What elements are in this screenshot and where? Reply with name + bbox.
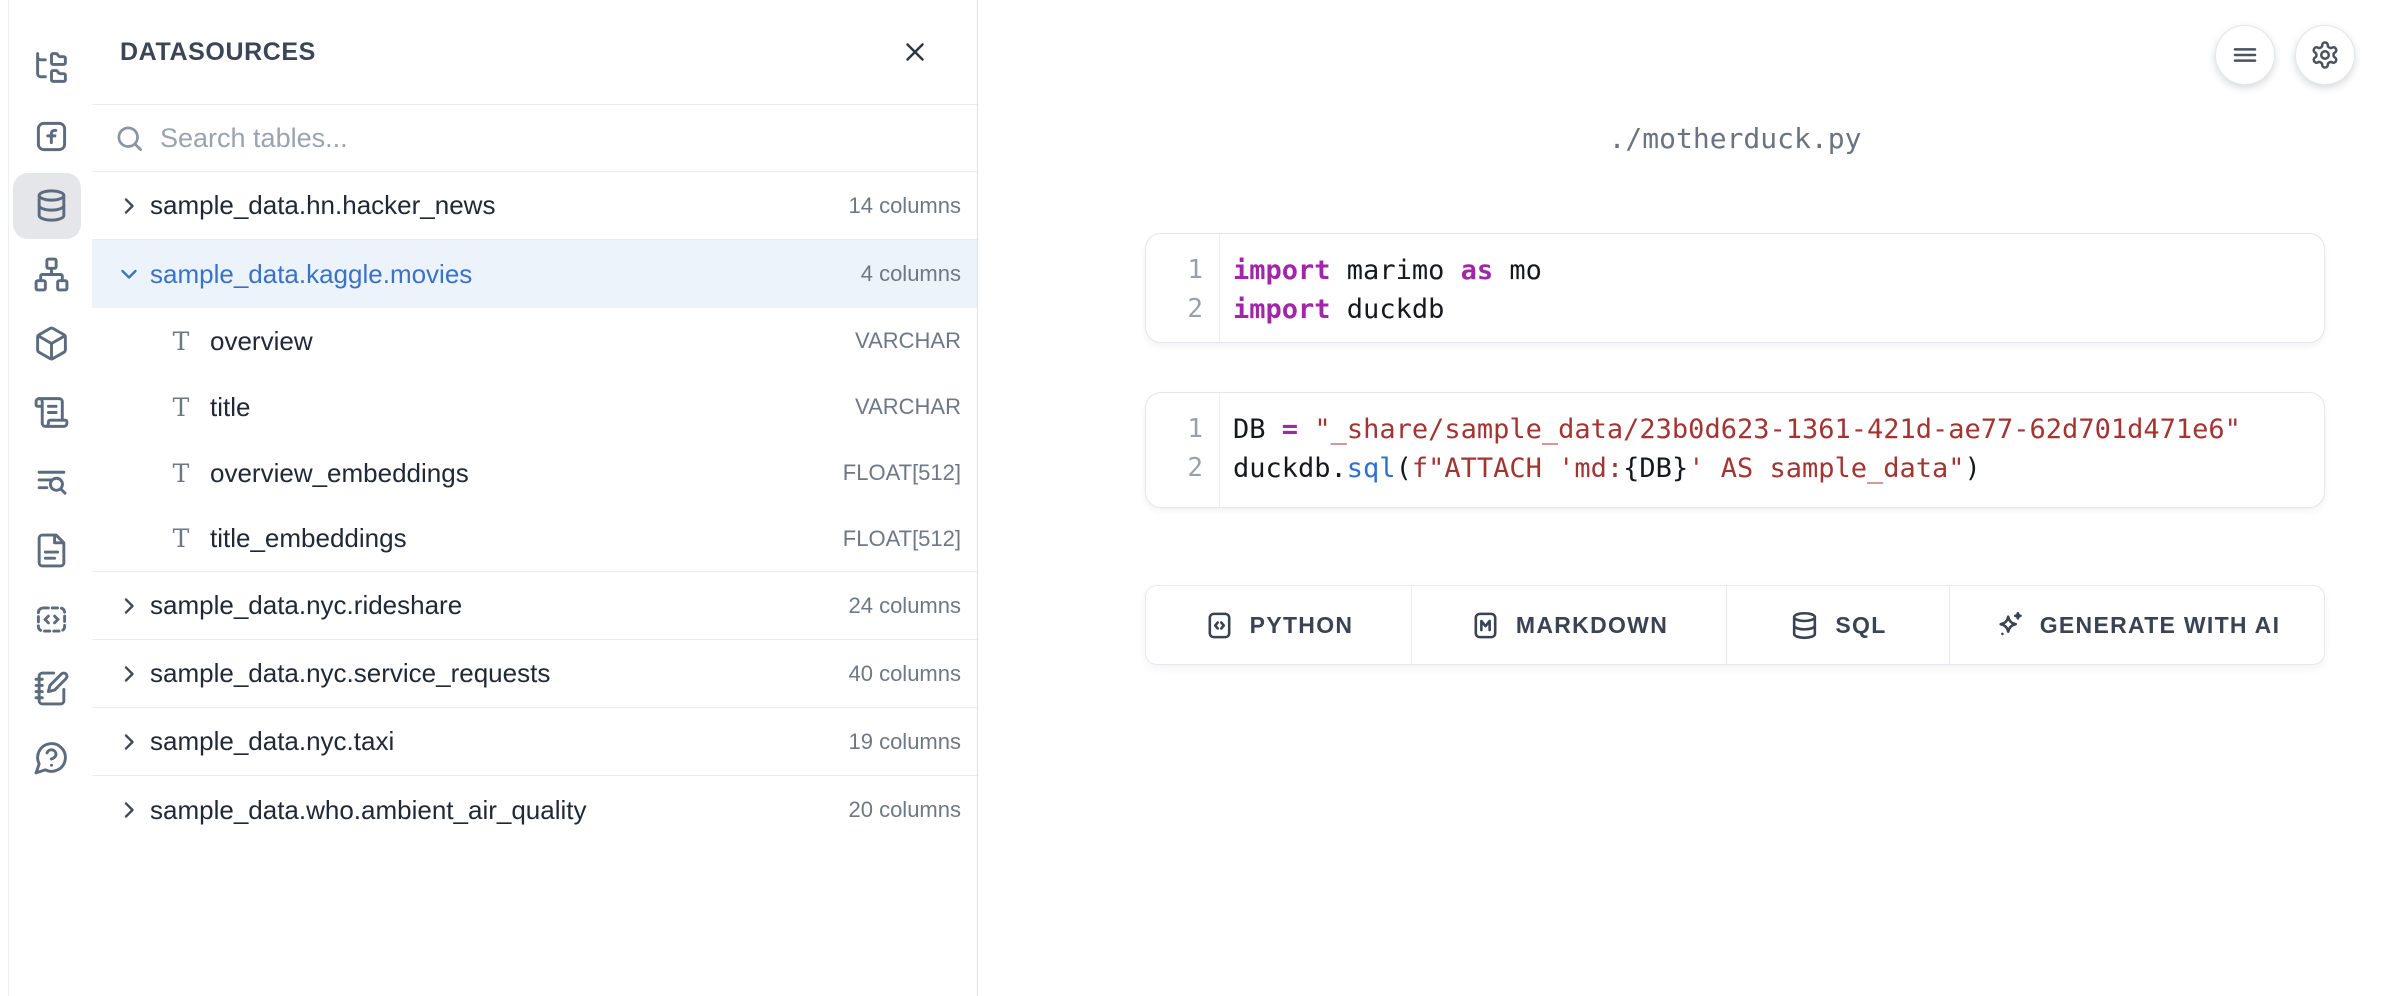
markdown-square-icon xyxy=(1470,610,1501,641)
generate-with-ai-label: GENERATE WITH AI xyxy=(2040,612,2281,639)
column-type: VARCHAR xyxy=(855,394,961,420)
column-count: 19 columns xyxy=(848,729,961,755)
help-icon xyxy=(33,739,70,776)
rail-help-button[interactable] xyxy=(9,723,93,792)
column-count: 4 columns xyxy=(861,261,961,287)
notebook-filename[interactable]: ./motherduck.py xyxy=(1145,122,2325,155)
notebook-menu-button[interactable] xyxy=(2215,25,2275,85)
tool-rail xyxy=(8,0,92,996)
rail-tracebacks-button[interactable] xyxy=(9,447,93,516)
menu-icon xyxy=(2230,40,2260,70)
add-markdown-label: MARKDOWN xyxy=(1516,612,1668,639)
snippets-icon xyxy=(33,601,70,638)
documentation-icon xyxy=(33,532,70,569)
chevron-down-icon xyxy=(114,259,144,289)
column-type: VARCHAR xyxy=(855,328,961,354)
chevron-right-icon xyxy=(114,191,144,221)
text-type-icon: T xyxy=(166,524,196,553)
add-markdown-cell-button[interactable]: MARKDOWN xyxy=(1412,586,1727,664)
settings-gear-icon xyxy=(2310,40,2340,70)
column-name: overview xyxy=(210,326,313,357)
table-search-row xyxy=(92,105,977,172)
datasources-panel: DATASOURCES sample_data.hn.hacker_news 1… xyxy=(92,0,978,996)
add-cell-toolbar: PYTHON MARKDOWN SQL GENERATE WITH AI xyxy=(1145,585,2325,665)
table-name: sample_data.nyc.taxi xyxy=(150,726,394,757)
table-row[interactable]: sample_data.who.ambient_air_quality 20 c… xyxy=(92,776,977,844)
column-count: 14 columns xyxy=(848,193,961,219)
packages-icon xyxy=(33,325,70,362)
text-type-icon: T xyxy=(166,327,196,356)
generate-with-ai-button[interactable]: GENERATE WITH AI xyxy=(1950,586,2324,664)
chevron-right-icon xyxy=(114,795,144,825)
table-row[interactable]: sample_data.nyc.taxi 19 columns xyxy=(92,708,977,776)
column-count: 40 columns xyxy=(848,661,961,687)
table-row[interactable]: sample_data.nyc.service_requests 40 colu… xyxy=(92,640,977,708)
close-icon xyxy=(900,37,930,67)
text-type-icon: T xyxy=(166,393,196,422)
line-number-gutter: 12 xyxy=(1146,393,1220,507)
dependency-graph-icon xyxy=(33,256,70,293)
settings-button[interactable] xyxy=(2295,25,2355,85)
tracebacks-search-icon xyxy=(33,463,70,500)
rail-dependency-graph-button[interactable] xyxy=(9,240,93,309)
search-icon xyxy=(114,123,145,154)
add-sql-cell-button[interactable]: SQL xyxy=(1727,586,1950,664)
line-number-gutter: 12 xyxy=(1146,234,1220,342)
column-type: FLOAT[512] xyxy=(843,460,961,486)
add-python-cell-button[interactable]: PYTHON xyxy=(1146,586,1412,664)
notebook-area: ./motherduck.py 12 import marimo as moim… xyxy=(979,0,2399,996)
code-cell[interactable]: 12 DB = "_share/sample_data/23b0d623-136… xyxy=(1145,392,2325,508)
table-name: sample_data.nyc.service_requests xyxy=(150,658,550,689)
rail-file-explorer-button[interactable] xyxy=(9,33,93,102)
table-row[interactable]: sample_data.nyc.rideshare 24 columns xyxy=(92,572,977,640)
table-name: sample_data.hn.hacker_news xyxy=(150,190,495,221)
file-explorer-icon xyxy=(33,49,70,86)
top-actions xyxy=(2215,25,2355,85)
add-python-label: PYTHON xyxy=(1250,612,1354,639)
chevron-right-icon xyxy=(114,727,144,757)
table-name: sample_data.kaggle.movies xyxy=(150,259,472,290)
close-panel-button[interactable] xyxy=(893,30,937,74)
logs-icon xyxy=(33,394,70,431)
panel-title: DATASOURCES xyxy=(120,38,316,67)
sparkles-icon xyxy=(1994,610,2025,641)
table-name: sample_data.nyc.rideshare xyxy=(150,590,462,621)
table-row-selected[interactable]: sample_data.kaggle.movies 4 columns xyxy=(92,240,977,308)
column-row[interactable]: T overview VARCHAR xyxy=(92,308,977,374)
column-type: FLOAT[512] xyxy=(843,526,961,552)
column-name: overview_embeddings xyxy=(210,458,469,489)
database-icon xyxy=(1789,610,1820,641)
column-row[interactable]: T title_embeddings FLOAT[512] xyxy=(92,506,977,572)
column-row[interactable]: T overview_embeddings FLOAT[512] xyxy=(92,440,977,506)
rail-scratchpad-button[interactable] xyxy=(9,654,93,723)
rail-logs-button[interactable] xyxy=(9,378,93,447)
table-row[interactable]: sample_data.hn.hacker_news 14 columns xyxy=(92,172,977,240)
scratchpad-icon xyxy=(33,670,70,707)
column-count: 20 columns xyxy=(848,797,961,823)
column-name: title xyxy=(210,392,250,423)
rail-variables-button[interactable] xyxy=(9,102,93,171)
rail-documentation-button[interactable] xyxy=(9,516,93,585)
column-row[interactable]: T title VARCHAR xyxy=(92,374,977,440)
column-name: title_embeddings xyxy=(210,523,407,554)
text-type-icon: T xyxy=(166,459,196,488)
chevron-right-icon xyxy=(114,591,144,621)
code-cell[interactable]: 12 import marimo as moimport duckdb xyxy=(1145,233,2325,343)
rail-datasources-button[interactable] xyxy=(9,171,93,240)
column-count: 24 columns xyxy=(848,593,961,619)
code-editor[interactable]: import marimo as moimport duckdb xyxy=(1220,234,1542,342)
search-tables-input[interactable] xyxy=(160,123,880,154)
variables-icon xyxy=(33,118,70,155)
table-name: sample_data.who.ambient_air_quality xyxy=(150,795,587,826)
code-editor[interactable]: DB = "_share/sample_data/23b0d623-1361-4… xyxy=(1220,393,2241,507)
chevron-right-icon xyxy=(114,659,144,689)
datasources-icon xyxy=(33,187,70,224)
rail-snippets-button[interactable] xyxy=(9,585,93,654)
add-sql-label: SQL xyxy=(1835,612,1886,639)
datasources-header: DATASOURCES xyxy=(92,0,977,105)
rail-packages-button[interactable] xyxy=(9,309,93,378)
code-square-icon xyxy=(1204,610,1235,641)
